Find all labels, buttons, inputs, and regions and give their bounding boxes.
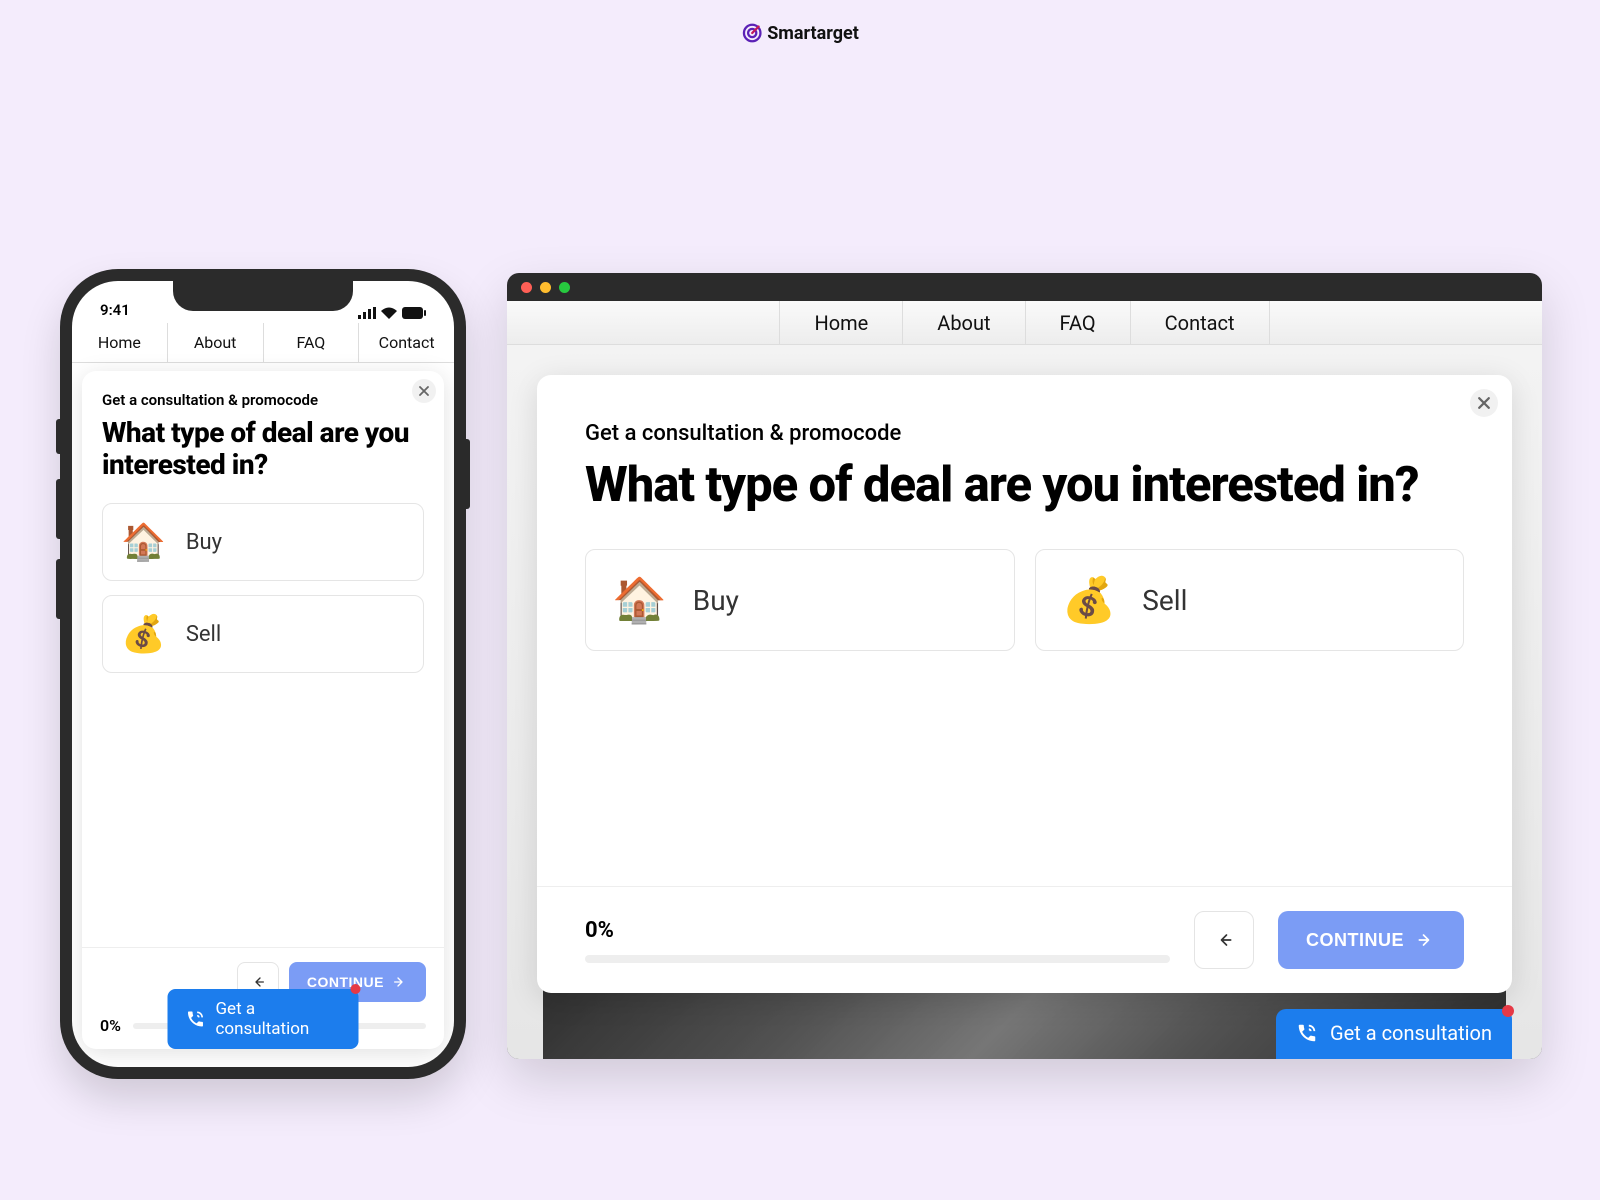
- option-buy[interactable]: 🏠 Buy: [585, 549, 1015, 651]
- continue-label: CONTINUE: [307, 974, 384, 990]
- nav-home[interactable]: Home: [72, 323, 168, 362]
- close-icon: [1478, 397, 1490, 409]
- moneybag-icon: 💰: [121, 616, 166, 652]
- house-icon: 🏠: [612, 578, 667, 622]
- close-button[interactable]: [412, 379, 436, 403]
- back-button[interactable]: [1194, 911, 1254, 969]
- phone-call-icon: [186, 1008, 206, 1030]
- phone-screen: 9:41 Home About FAQ Contact nulla vita G…: [72, 281, 454, 1067]
- consultation-button[interactable]: Get a consultation: [1276, 1009, 1512, 1059]
- option-label: Buy: [186, 530, 222, 555]
- battery-icon: [402, 307, 426, 319]
- browser-mockup: Home About FAQ Contact Get a consultatio…: [507, 273, 1542, 1059]
- traffic-light-close[interactable]: [521, 282, 532, 293]
- notification-dot: [351, 984, 361, 994]
- nav-home[interactable]: Home: [779, 301, 903, 344]
- arrow-left-icon: [1214, 930, 1234, 950]
- nav-about[interactable]: About: [903, 301, 1025, 344]
- card-footer: 0% CONTINUE: [537, 886, 1512, 993]
- card-title: What type of deal are you interested in?: [102, 417, 424, 481]
- signal-icon: [358, 307, 376, 319]
- browser-viewport: Home About FAQ Contact Get a consultatio…: [507, 301, 1542, 1059]
- close-button[interactable]: [1470, 389, 1498, 417]
- phone-call-icon: [1296, 1022, 1318, 1044]
- survey-card: Get a consultation & promocode What type…: [82, 371, 444, 1049]
- card-subtitle: Get a consultation & promocode: [585, 421, 1464, 446]
- traffic-light-minimize[interactable]: [540, 282, 551, 293]
- option-label: Sell: [186, 622, 221, 647]
- target-icon: [741, 22, 763, 44]
- nav-contact[interactable]: Contact: [1131, 301, 1270, 344]
- progress-bar: [585, 955, 1170, 963]
- nav-about[interactable]: About: [168, 323, 264, 362]
- progress-label: 0%: [100, 1016, 121, 1035]
- browser-titlebar: [507, 273, 1542, 301]
- nav-faq[interactable]: FAQ: [1026, 301, 1131, 344]
- continue-label: CONTINUE: [1306, 930, 1404, 951]
- option-label: Buy: [693, 584, 739, 617]
- card-title: What type of deal are you interested in?: [585, 456, 1464, 513]
- option-buy[interactable]: 🏠 Buy: [102, 503, 424, 581]
- house-icon: 🏠: [121, 524, 166, 560]
- notification-dot: [1502, 1005, 1514, 1017]
- moneybag-icon: 💰: [1062, 578, 1117, 622]
- phone-mockup: 9:41 Home About FAQ Contact nulla vita G…: [60, 269, 466, 1079]
- nav-faq[interactable]: FAQ: [264, 323, 360, 362]
- cta-label: Get a consultation: [215, 999, 340, 1039]
- phone-nav: Home About FAQ Contact: [72, 323, 454, 363]
- brand-name: Smartarget: [767, 23, 859, 44]
- option-sell[interactable]: 💰 Sell: [102, 595, 424, 673]
- continue-button[interactable]: CONTINUE: [1278, 911, 1464, 969]
- survey-card: Get a consultation & promocode What type…: [537, 375, 1512, 993]
- option-sell[interactable]: 💰 Sell: [1035, 549, 1465, 651]
- consultation-button[interactable]: Get a consultation: [168, 989, 359, 1049]
- card-subtitle: Get a consultation & promocode: [102, 391, 424, 409]
- progress-label: 0%: [585, 918, 1170, 943]
- browser-nav: Home About FAQ Contact: [507, 301, 1542, 345]
- close-icon: [419, 386, 429, 396]
- cta-label: Get a consultation: [1330, 1021, 1492, 1045]
- status-bar: 9:41: [72, 281, 454, 323]
- arrow-right-icon: [392, 974, 408, 990]
- arrow-left-icon: [250, 974, 266, 990]
- traffic-light-maximize[interactable]: [559, 282, 570, 293]
- wifi-icon: [381, 307, 397, 319]
- status-icons: [358, 307, 426, 319]
- brand-logo: Smartarget: [741, 22, 859, 44]
- arrow-right-icon: [1416, 930, 1436, 950]
- nav-contact[interactable]: Contact: [359, 323, 454, 362]
- status-time: 9:41: [100, 301, 130, 319]
- option-label: Sell: [1142, 584, 1187, 617]
